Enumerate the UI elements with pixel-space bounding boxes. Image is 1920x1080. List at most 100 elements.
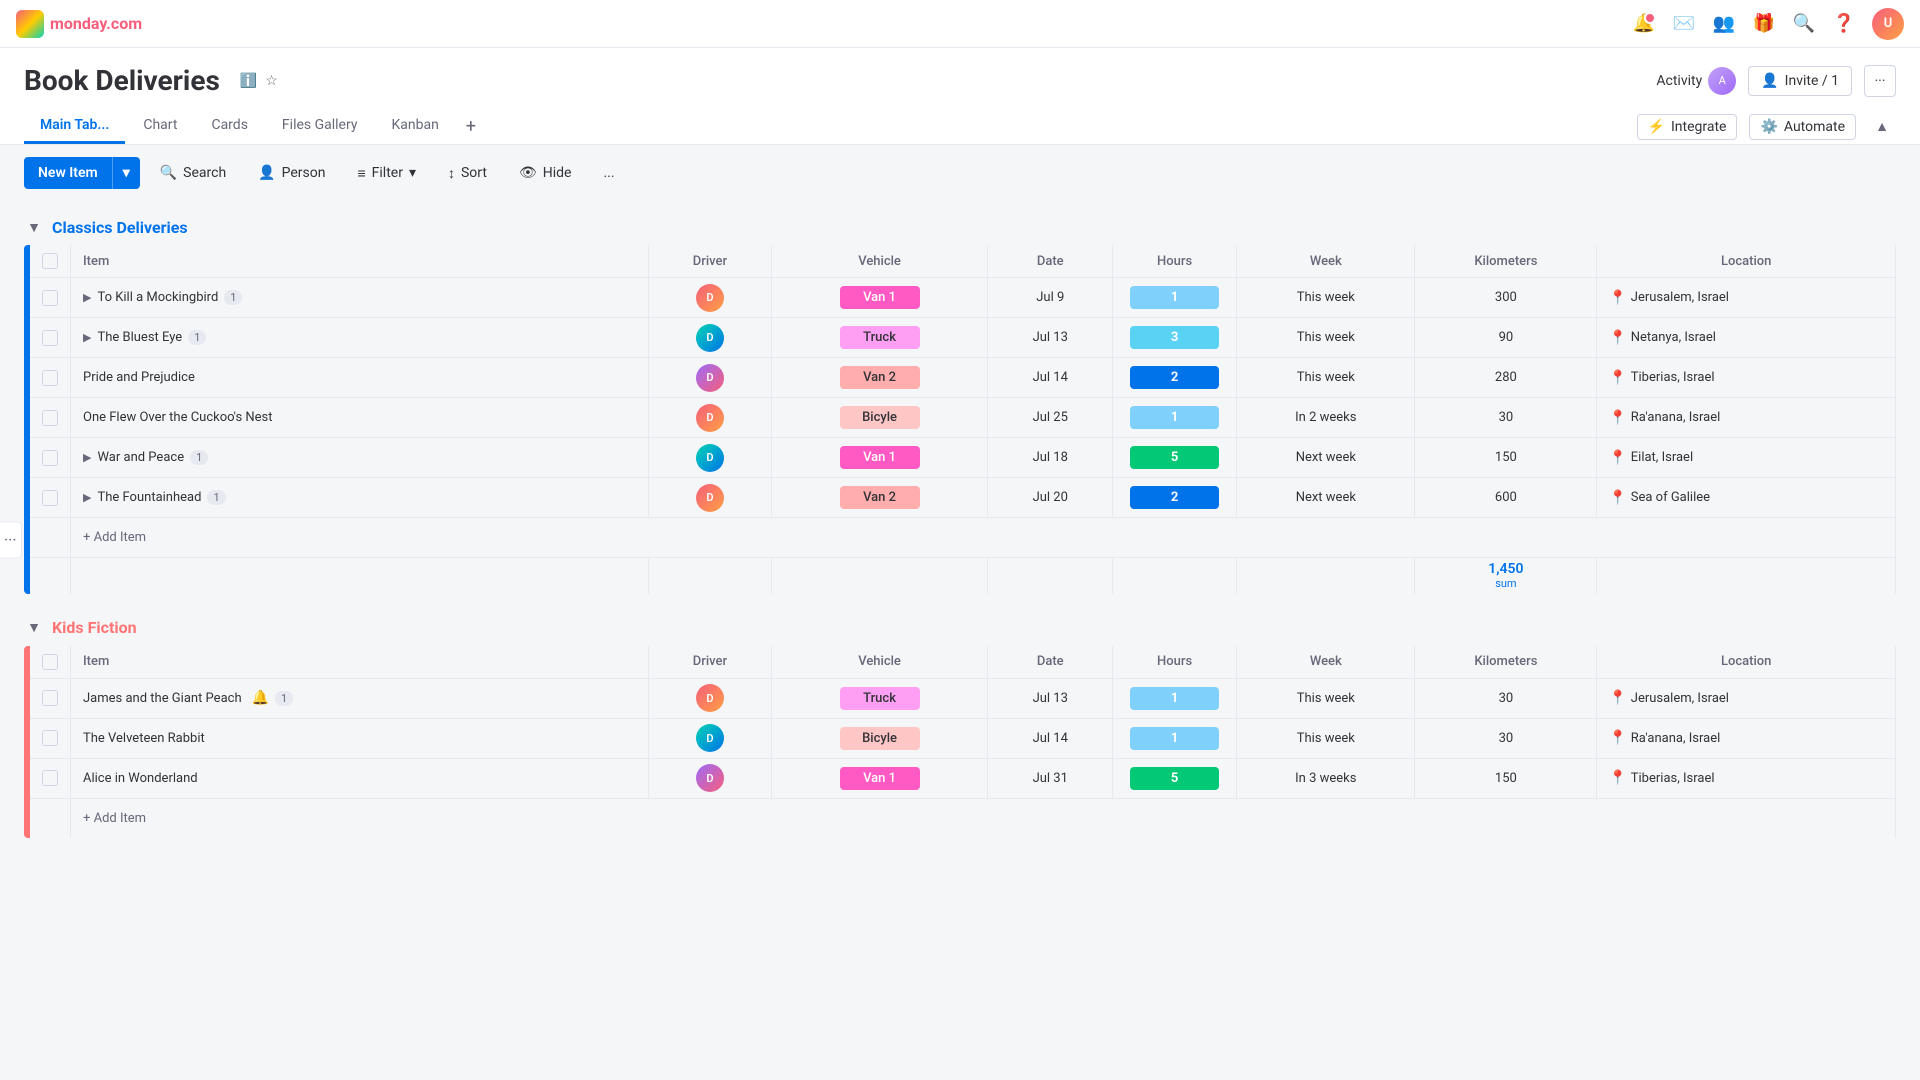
item-name: The Fountainhead (97, 490, 201, 505)
tab-main[interactable]: Main Tab... (24, 109, 125, 144)
item-badge: 1 (190, 450, 208, 465)
gift-icon[interactable]: 🎁 (1752, 12, 1776, 36)
hide-button[interactable]: 👁 Hide (507, 158, 584, 188)
expand-icon[interactable]: ▶ (83, 451, 91, 464)
km-cell: 150 (1415, 758, 1597, 798)
vehicle-cell: Van 1 (840, 286, 920, 309)
location-pin-icon: 📍 (1609, 690, 1626, 706)
th-location-classics: Location (1597, 245, 1896, 278)
row-checkbox[interactable] (42, 770, 58, 786)
search-icon[interactable]: 🔍 (1792, 12, 1816, 36)
driver-avatar: D (696, 284, 724, 312)
item-badge: 1 (224, 290, 242, 305)
tabs-row: Main Tab... Chart Cards Files Gallery Ka… (24, 109, 1896, 144)
table-row: ▶ War and Peace 1 ⊕ D Van 1 Jul 18 5 Nex… (30, 438, 1896, 478)
row-checkbox[interactable] (42, 410, 58, 426)
expand-icon[interactable]: ▶ (83, 331, 91, 344)
automate-button[interactable]: ⚙️ Automate (1749, 114, 1856, 140)
side-panel-tab[interactable]: ··· (0, 522, 22, 559)
week-cell: This week (1237, 718, 1415, 758)
activity-avatar: A (1708, 67, 1736, 95)
row-checkbox[interactable] (42, 290, 58, 306)
activity-button[interactable]: Activity A (1656, 67, 1736, 95)
row-checkbox[interactable] (42, 490, 58, 506)
sort-button[interactable]: ↕ Sort (436, 158, 499, 189)
star-icon[interactable]: ☆ (265, 73, 278, 89)
driver-avatar: D (696, 444, 724, 472)
row-checkbox[interactable] (42, 450, 58, 466)
hours-cell: 5 (1130, 446, 1219, 469)
help-icon[interactable]: ❓ (1832, 12, 1856, 36)
date-cell: Jul 14 (988, 718, 1113, 758)
vehicle-cell: Bicyle (840, 727, 920, 750)
invite-button[interactable]: 👤 Invite / 1 (1748, 66, 1852, 96)
row-checkbox[interactable] (42, 730, 58, 746)
item-badge: 1 (188, 330, 206, 345)
group-collapse-kids[interactable]: ▼ (24, 618, 44, 638)
select-all-classics[interactable] (42, 253, 58, 269)
tab-cards[interactable]: Cards (195, 109, 263, 144)
logo[interactable]: monday.com (16, 10, 142, 38)
group-title-classics[interactable]: Classics Deliveries (52, 218, 188, 237)
location-cell: 📍 Tiberias, Israel (1609, 370, 1883, 386)
item-name: The Bluest Eye (97, 330, 182, 345)
notification-badge: 1 (275, 691, 293, 706)
location-cell: 📍Tiberias, Israel (1609, 770, 1883, 786)
new-item-button[interactable]: New Item ▾ (24, 157, 140, 189)
add-item-row[interactable]: + Add Item (30, 518, 1896, 558)
location-text: Tiberias, Israel (1631, 370, 1715, 385)
automate-label: Automate (1784, 119, 1845, 135)
group-collapse-classics[interactable]: ▼ (24, 217, 44, 237)
person-button[interactable]: 👤 Person (246, 158, 337, 188)
filter-button[interactable]: ≡ Filter ▾ (345, 158, 428, 189)
row-checkbox[interactable] (42, 370, 58, 386)
location-pin-icon: 📍 (1609, 490, 1626, 506)
add-item-label[interactable]: + Add Item (71, 518, 1896, 558)
tab-kanban[interactable]: Kanban (375, 109, 454, 144)
group-title-kids[interactable]: Kids Fiction (52, 618, 137, 637)
search-button[interactable]: 🔍 Search (148, 158, 238, 188)
integrate-button[interactable]: ⚡ Integrate (1637, 114, 1738, 140)
table-row: The Velveteen Rabbit ⊕ D Bicyle Jul 14 1… (30, 718, 1896, 758)
hours-cell: 2 (1130, 486, 1219, 509)
new-item-dropdown-icon[interactable]: ▾ (112, 157, 140, 189)
hours-cell: 1 (1130, 406, 1219, 429)
collapse-button[interactable]: ▲ (1868, 113, 1896, 141)
tab-chart[interactable]: Chart (127, 109, 193, 144)
location-cell: 📍Netanya, Israel (1609, 330, 1883, 346)
week-cell: This week (1237, 358, 1415, 398)
week-cell: This week (1237, 318, 1415, 358)
more-toolbar-button[interactable]: ... (591, 158, 626, 188)
km-cell: 90 (1415, 318, 1597, 358)
expand-icon[interactable]: ▶ (83, 491, 91, 504)
info-icon[interactable]: ℹ️ (240, 73, 257, 89)
people-icon[interactable]: 👥 (1712, 12, 1736, 36)
group-kids-fiction: ▼ Kids Fiction Item Driver Vehicle Date … (24, 618, 1896, 839)
item-name: One Flew Over the Cuckoo's Nest (83, 410, 273, 425)
add-tab-button[interactable]: + (457, 113, 485, 141)
more-options-button[interactable]: ··· (1864, 65, 1896, 97)
location-pin-icon: 📍 (1609, 450, 1626, 466)
page-header: Book Deliveries ℹ️ ☆ Activity A 👤 Invite… (0, 48, 1920, 145)
add-item-row-kids[interactable]: + Add Item (30, 798, 1896, 838)
row-checkbox[interactable] (42, 330, 58, 346)
week-cell: In 2 weeks (1237, 398, 1415, 438)
user-avatar[interactable]: U (1872, 8, 1904, 40)
location-pin-icon: 📍 (1609, 370, 1626, 386)
expand-icon[interactable]: ▶ (83, 291, 91, 304)
location-text: Netanya, Israel (1631, 330, 1716, 345)
hide-label: Hide (543, 165, 572, 181)
add-item-label-kids[interactable]: + Add Item (71, 798, 1896, 838)
driver-avatar: D (696, 404, 724, 432)
tab-files-gallery[interactable]: Files Gallery (266, 109, 374, 144)
select-all-kids[interactable] (42, 654, 58, 670)
vehicle-cell: Truck (840, 326, 920, 349)
date-cell: Jul 31 (988, 758, 1113, 798)
th-item-kids: Item (71, 646, 649, 679)
row-checkbox[interactable] (42, 690, 58, 706)
more-toolbar-icon: ... (603, 165, 614, 181)
inbox-icon[interactable]: ✉️ (1672, 12, 1696, 36)
vehicle-cell: Truck (840, 687, 920, 710)
bell-icon[interactable]: 🔔 (1632, 12, 1656, 36)
sum-km-value: 1,450 (1427, 561, 1584, 577)
